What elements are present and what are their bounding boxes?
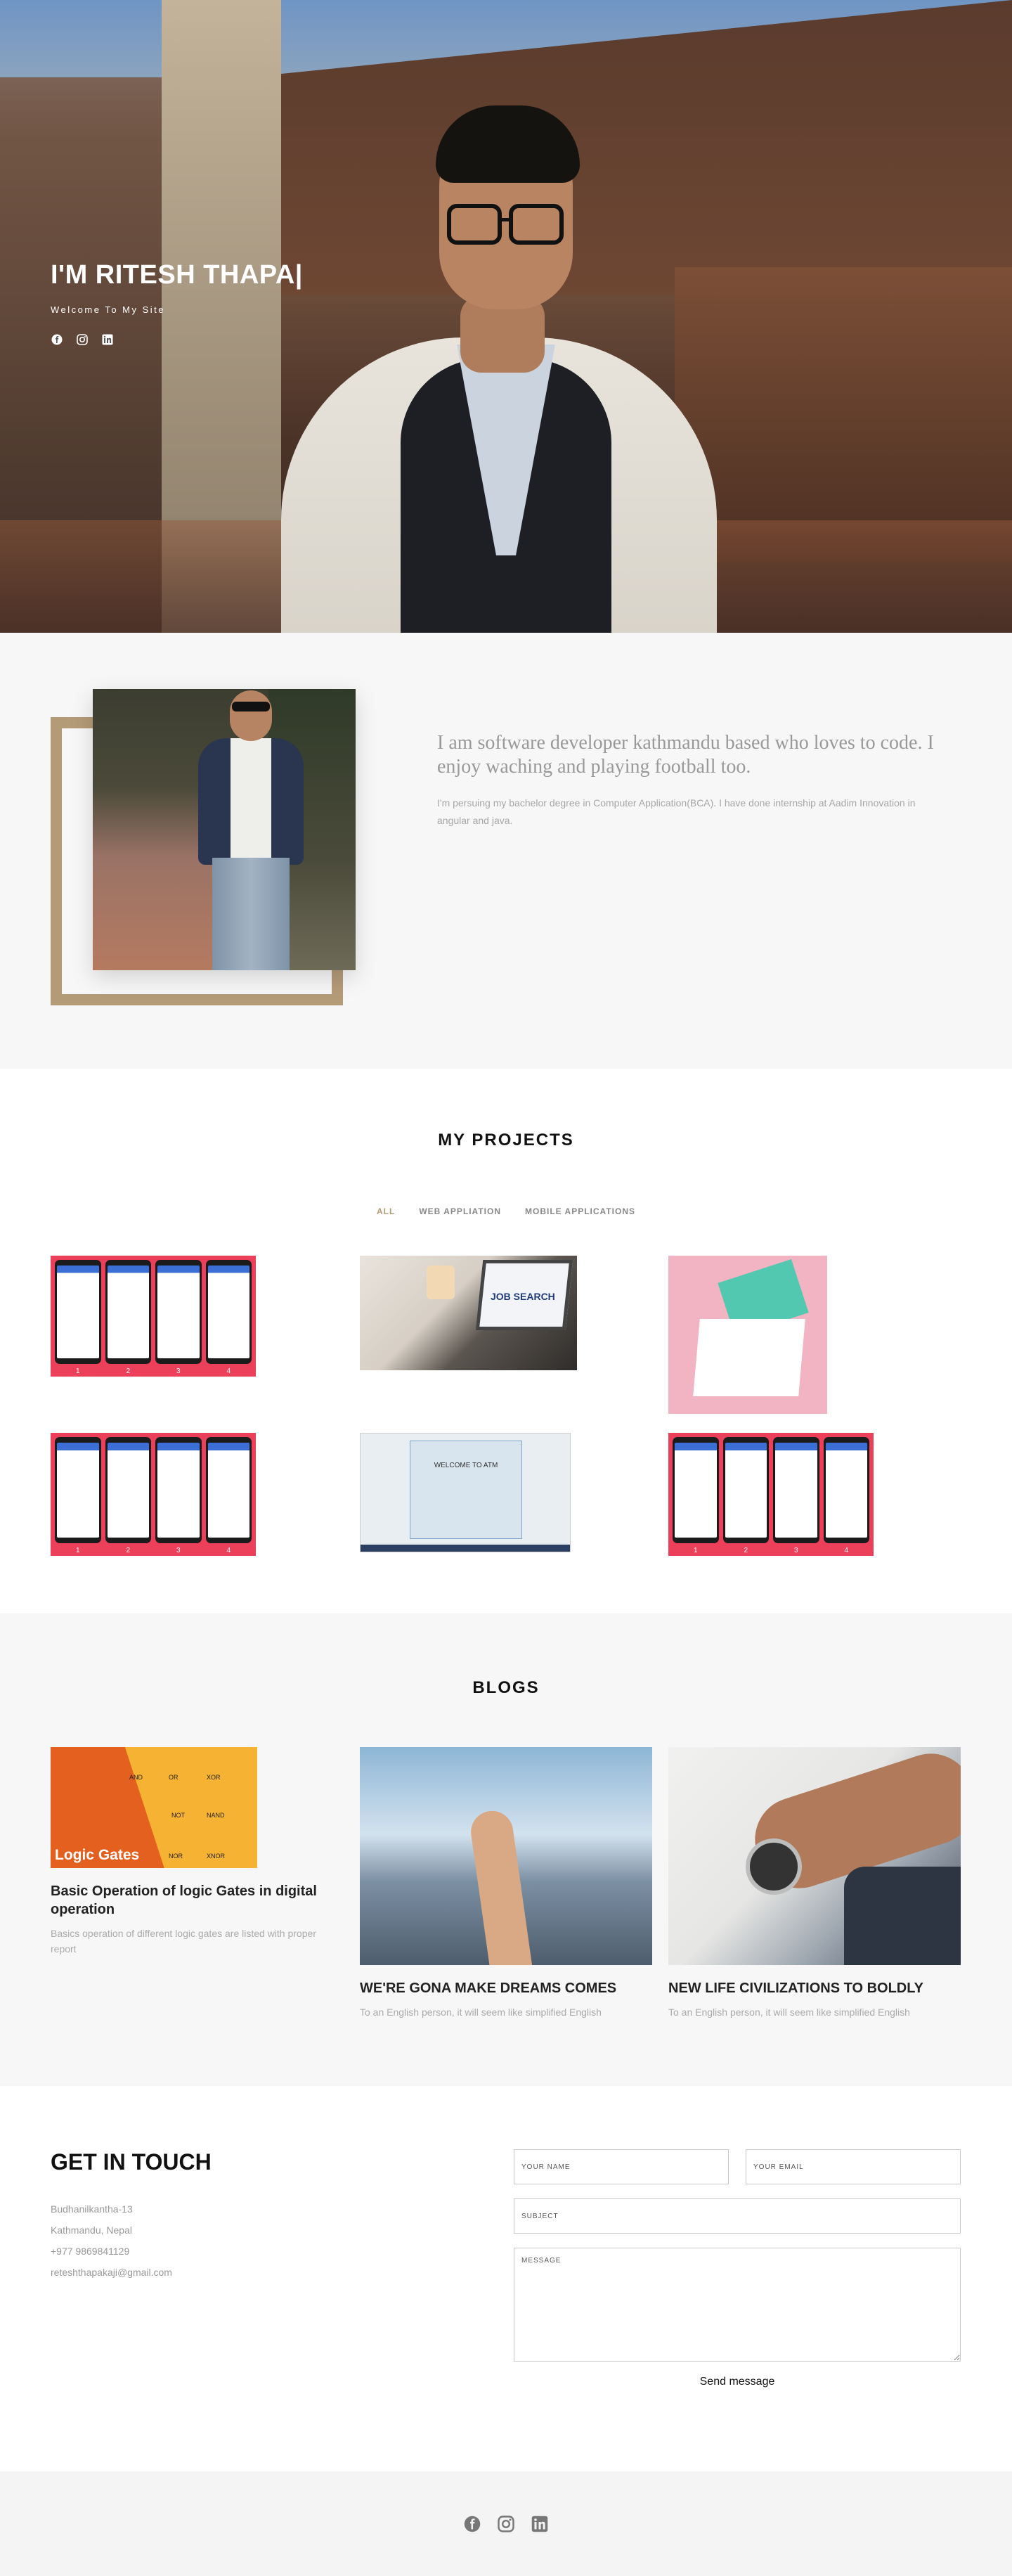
subject-field[interactable] bbox=[514, 2198, 961, 2234]
job-search-label: JOB SEARCH bbox=[491, 1291, 555, 1302]
phone-number-label: 3 bbox=[793, 1547, 798, 1554]
hero-portrait bbox=[281, 105, 717, 633]
blog-image-city bbox=[360, 1747, 652, 1965]
project-thumb-mobile-app-1[interactable]: 1 2 3 4 bbox=[51, 1256, 256, 1377]
atm-title: WELCOME TO ATM bbox=[434, 1462, 498, 1469]
gate-label: NOR bbox=[169, 1853, 183, 1860]
blog-card-logic-gates[interactable]: AND OR XOR NOT NAND NOR XNOR Logic Gates… bbox=[51, 1747, 339, 1957]
blog-desc: To an English person, it will seem like … bbox=[668, 2007, 910, 2018]
phone-number-label: 1 bbox=[75, 1367, 80, 1375]
filter-mobile-applications[interactable]: MOBILE APPLICATIONS bbox=[525, 1206, 635, 1216]
project-thumb-atm-app[interactable]: WELCOME TO ATM bbox=[360, 1433, 571, 1552]
logic-gates-label: Logic Gates bbox=[55, 1847, 140, 1863]
project-thumb-job-search[interactable]: JOB SEARCH bbox=[360, 1256, 577, 1370]
hero-social-links bbox=[51, 333, 303, 346]
blog-image-watch bbox=[668, 1747, 961, 1965]
hero-bg-temple bbox=[675, 267, 1012, 562]
facebook-icon[interactable] bbox=[51, 333, 63, 346]
project-thumb-gift-box[interactable] bbox=[668, 1256, 827, 1414]
instagram-icon[interactable] bbox=[76, 333, 89, 346]
message-field[interactable] bbox=[514, 2248, 961, 2362]
blog-card-dreams[interactable]: WE'RE GONA MAKE DREAMS COMES To an Engli… bbox=[360, 1747, 652, 2020]
gate-label: NOT bbox=[171, 1812, 185, 1819]
blog-title[interactable]: Basic Operation of logic Gates in digita… bbox=[51, 1882, 339, 1919]
gate-label: XNOR bbox=[207, 1853, 226, 1860]
phone-number-label: 4 bbox=[226, 1547, 231, 1554]
facebook-icon[interactable] bbox=[463, 2515, 481, 2533]
phone-number-label: 1 bbox=[75, 1547, 80, 1554]
linkedin-icon[interactable] bbox=[531, 2515, 549, 2533]
phone-number-label: 2 bbox=[744, 1547, 748, 1554]
name-field[interactable] bbox=[514, 2149, 729, 2184]
phone-number-label: 3 bbox=[176, 1367, 181, 1375]
blogs-section: BLOGS AND OR XOR NOT NAND NOR XNOR Logic… bbox=[0, 1614, 1012, 2086]
blog-image-logic-gates: AND OR XOR NOT NAND NOR XNOR Logic Gates bbox=[51, 1747, 257, 1868]
address-line1: Budhanilkantha-13 bbox=[51, 2203, 133, 2215]
about-body: I'm persuing my bachelor degree in Compu… bbox=[437, 797, 916, 826]
instagram-icon[interactable] bbox=[497, 2515, 515, 2533]
email-field[interactable] bbox=[746, 2149, 961, 2184]
gate-label: AND bbox=[129, 1774, 143, 1781]
filter-all[interactable]: ALL bbox=[377, 1206, 395, 1216]
blog-desc: Basics operation of different logic gate… bbox=[51, 1928, 316, 1955]
phone-number-label: 2 bbox=[126, 1367, 131, 1375]
linkedin-icon[interactable] bbox=[101, 333, 114, 346]
phone-number-label: 2 bbox=[126, 1547, 131, 1554]
filter-web-application[interactable]: WEB APPLIATION bbox=[419, 1206, 501, 1216]
blog-title[interactable]: WE'RE GONA MAKE DREAMS COMES bbox=[360, 1979, 652, 1997]
phone-number-label: 1 bbox=[693, 1547, 698, 1554]
phone-number: +977 9869841129 bbox=[51, 2246, 130, 2257]
email-address: reteshthapakaji@gmail.com bbox=[51, 2267, 172, 2278]
projects-section: MY PROJECTS ALL WEB APPLIATION MOBILE AP… bbox=[0, 1069, 1012, 1614]
blog-desc: To an English person, it will seem like … bbox=[360, 2007, 602, 2018]
about-photo bbox=[93, 689, 356, 970]
phone-number-label: 4 bbox=[844, 1547, 849, 1554]
address-line2: Kathmandu, Nepal bbox=[51, 2224, 132, 2236]
project-thumb-mobile-app-2[interactable]: 1 2 3 4 bbox=[51, 1433, 256, 1556]
about-section: I am software developer kathmandu based … bbox=[0, 633, 1012, 1069]
hero-title: I'M RITESH THAPA| bbox=[51, 260, 303, 290]
gate-label: XOR bbox=[207, 1774, 221, 1781]
contact-title: GET IN TOUCH bbox=[51, 2149, 212, 2175]
contact-info: Budhanilkantha-13 Kathmandu, Nepal +977 … bbox=[51, 2198, 172, 2283]
gate-label: NAND bbox=[207, 1812, 225, 1819]
blog-title[interactable]: NEW LIFE CIVILIZATIONS TO BOLDLY bbox=[668, 1979, 961, 1997]
gate-label: OR bbox=[169, 1774, 179, 1781]
blog-card-civilizations[interactable]: NEW LIFE CIVILIZATIONS TO BOLDLY To an E… bbox=[668, 1747, 961, 2020]
phone-number-label: 4 bbox=[226, 1367, 231, 1375]
project-thumb-mobile-app-3[interactable]: 1 2 3 4 bbox=[668, 1433, 874, 1556]
project-filters: ALL WEB APPLIATION MOBILE APPLICATIONS bbox=[0, 1206, 1012, 1216]
hero-subtitle: Welcome To My Site bbox=[51, 304, 166, 315]
blogs-title: BLOGS bbox=[472, 1678, 540, 1697]
footer bbox=[0, 2471, 1012, 2576]
about-text: I am software developer kathmandu based … bbox=[437, 731, 943, 829]
hero-text: I'M RITESH THAPA| Welcome To My Site bbox=[51, 260, 303, 346]
about-heading: I am software developer kathmandu based … bbox=[437, 732, 934, 778]
contact-section: GET IN TOUCH Budhanilkantha-13 Kathmandu… bbox=[0, 2086, 1012, 2471]
send-message-button[interactable]: Send message bbox=[514, 2376, 961, 2388]
phone-number-label: 3 bbox=[176, 1547, 181, 1554]
hero-section: I'M RITESH THAPA| Welcome To My Site bbox=[0, 0, 1012, 633]
projects-title: MY PROJECTS bbox=[438, 1131, 574, 1149]
